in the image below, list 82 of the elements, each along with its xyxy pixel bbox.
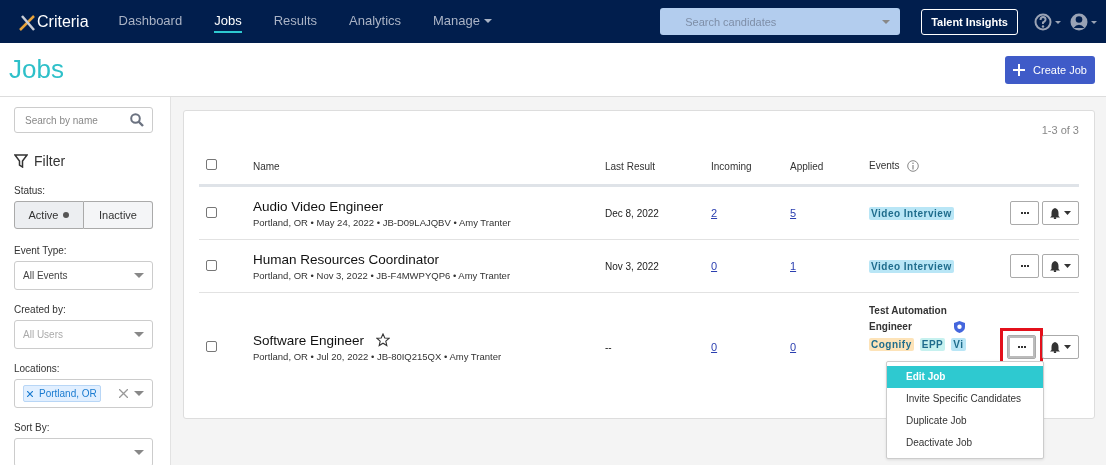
column-header: Name (253, 160, 280, 172)
row-checkbox[interactable] (206, 206, 217, 218)
table-cell: -- (605, 342, 612, 353)
bell-icon (1050, 207, 1060, 219)
field-label: Sort By: (14, 422, 51, 433)
caret-icon (1064, 211, 1071, 215)
column-header: Events (869, 160, 900, 171)
menu-item[interactable]: Duplicate Job (887, 410, 1043, 432)
more-options-button[interactable] (1010, 254, 1039, 278)
notifications-button[interactable] (1042, 335, 1079, 359)
nav-link[interactable]: Analytics (349, 10, 402, 33)
job-details: Portland, OR • Jul 20, 2022 • JB-80IQ215QX • Amy Tranter (253, 350, 503, 362)
incoming-link[interactable]: 0 (711, 341, 718, 353)
nav-link[interactable]: Jobs (214, 10, 242, 33)
talent-insights-button[interactable]: Talent Insights (921, 8, 1018, 35)
table-cell: Nov 3, 2022 (605, 261, 659, 272)
applied-link[interactable]: 1 (790, 260, 797, 272)
job-details: Portland, OR • May 24, 2022 • JB-D09LAJQBV • Amy Tranter (253, 216, 512, 228)
dropdown[interactable]: All Events (14, 261, 153, 290)
event-title: Test Automation Engineer (869, 304, 948, 334)
row-checkbox[interactable] (206, 340, 217, 352)
funnel-icon (14, 154, 28, 168)
clear-icon (119, 389, 128, 398)
menu-item[interactable]: Deactivate Job (887, 432, 1043, 454)
logo[interactable]: Criteria (18, 12, 89, 31)
job-title[interactable]: Audio Video Engineer (253, 198, 384, 214)
caret-icon (134, 450, 144, 455)
applied-link[interactable]: 0 (790, 341, 797, 353)
event-tag: Video Interview (869, 206, 954, 220)
event-tag: Video Interview (869, 259, 954, 273)
job-title[interactable]: Human Resources Coordinator (253, 251, 440, 267)
column-header: Incoming (711, 160, 752, 172)
caret-icon (134, 332, 144, 337)
caret-icon (882, 19, 891, 24)
incoming-link[interactable]: 0 (711, 260, 718, 272)
dropdown[interactable]: Portland, OR (14, 379, 153, 408)
tag-label: Portland, OR (39, 388, 97, 399)
menu-item[interactable]: Invite Specific Candidates (887, 388, 1043, 410)
event-tag: EPP (919, 338, 946, 351)
event-tag: Vi (951, 338, 966, 351)
remove-icon (27, 390, 33, 397)
field-label: Status: (14, 185, 47, 196)
applied-link[interactable]: 5 (790, 207, 797, 219)
select-all-checkbox[interactable] (206, 159, 217, 170)
page-title: Jobs (9, 54, 64, 85)
field-label: Locations: (14, 363, 61, 374)
status-toggle[interactable]: Inactive (84, 201, 153, 229)
info-icon (906, 159, 919, 172)
more-options-button[interactable] (1007, 335, 1036, 359)
field-label: Event Type: (14, 245, 68, 256)
nav-link[interactable]: Dashboard (118, 10, 183, 33)
field-label: Created by: (14, 304, 67, 315)
caret-icon (134, 391, 144, 396)
search-field[interactable]: Search by name (14, 107, 153, 133)
plus-icon (1013, 63, 1026, 76)
filter-label: Filter (34, 153, 66, 169)
create-job-button[interactable]: Create Job (1005, 55, 1095, 84)
more-options-button[interactable] (1010, 201, 1039, 225)
job-details: Portland, OR • Nov 3, 2022 • JB-F4MWPYQP6 • Amy Tranter (253, 269, 512, 281)
user-menu-button[interactable] (1070, 11, 1100, 32)
notifications-button[interactable] (1042, 201, 1079, 225)
bell-icon (1050, 341, 1060, 353)
caret-icon (1064, 345, 1071, 349)
logo-icon (18, 12, 36, 31)
result-count: 1-3 of 3 (1040, 123, 1079, 136)
event-tag: Cognify (869, 338, 914, 351)
table-cell: Dec 8, 2022 (605, 208, 659, 219)
caret-icon (134, 273, 144, 278)
column-header: Applied (790, 160, 824, 172)
bell-icon (1050, 260, 1060, 272)
incoming-link[interactable]: 2 (711, 207, 718, 219)
nav-link[interactable]: Manage (433, 10, 492, 33)
column-header: Last Result (605, 160, 656, 172)
star-icon[interactable] (376, 333, 391, 347)
job-title[interactable]: Software Engineer (253, 332, 365, 348)
row-checkbox[interactable] (206, 259, 217, 271)
notifications-button[interactable] (1042, 254, 1079, 278)
nav-link[interactable]: Results (273, 10, 317, 33)
search-icon (130, 113, 144, 127)
help-menu-button[interactable] (1034, 11, 1064, 32)
caret-icon (1064, 264, 1071, 268)
status-toggle[interactable]: Active (14, 201, 84, 229)
